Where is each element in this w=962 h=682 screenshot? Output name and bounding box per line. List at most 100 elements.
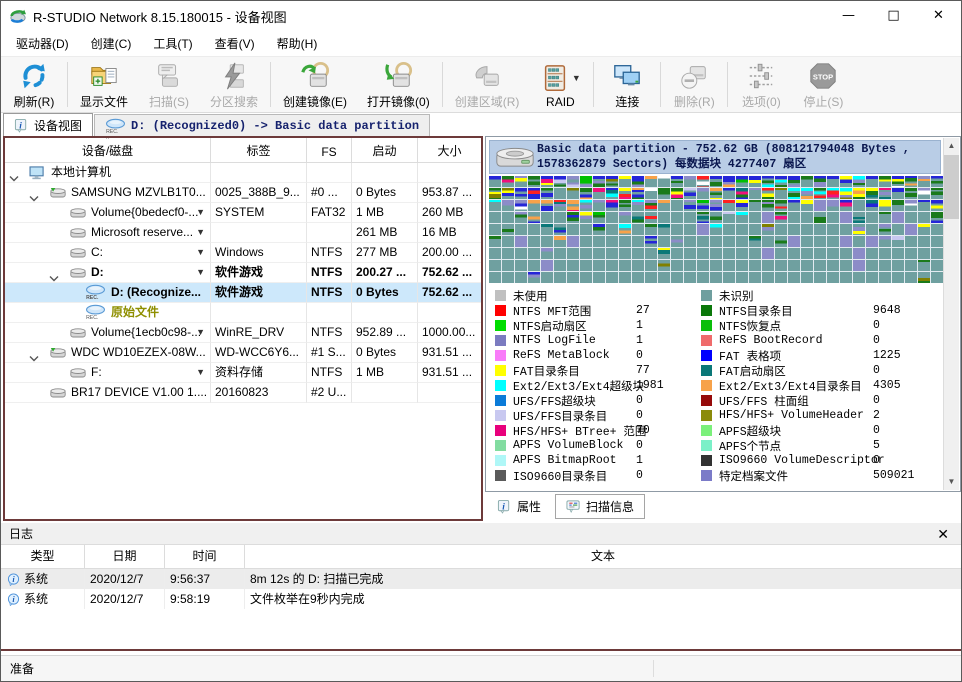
scan-block[interactable]	[723, 200, 735, 211]
scan-block[interactable]	[632, 260, 644, 271]
scan-block[interactable]	[658, 272, 670, 283]
scan-block[interactable]	[502, 176, 514, 187]
scan-block[interactable]	[645, 248, 657, 259]
scan-block[interactable]	[580, 272, 592, 283]
log-close-icon[interactable]: ✕	[933, 523, 953, 545]
scan-block[interactable]	[788, 176, 800, 187]
tree-row-6[interactable]: REC.D: (Recognize...软件游戏NTFS0 Bytes752.6…	[5, 283, 481, 303]
scan-block[interactable]	[671, 260, 683, 271]
tree-column-header[interactable]: FS	[307, 138, 352, 162]
scan-block[interactable]	[619, 248, 631, 259]
scan-block[interactable]	[541, 272, 553, 283]
scan-block[interactable]	[814, 176, 826, 187]
scan-block[interactable]	[931, 200, 943, 211]
scan-block[interactable]	[567, 260, 579, 271]
scan-block[interactable]	[762, 200, 774, 211]
scan-block[interactable]	[580, 260, 592, 271]
scan-block[interactable]	[606, 260, 618, 271]
scan-block[interactable]	[697, 260, 709, 271]
scan-block[interactable]	[658, 176, 670, 187]
scan-block[interactable]	[736, 248, 748, 259]
scan-block[interactable]	[502, 188, 514, 199]
scan-block[interactable]	[762, 176, 774, 187]
scan-block[interactable]	[749, 236, 761, 247]
scan-block[interactable]	[905, 212, 917, 223]
scan-block[interactable]	[892, 212, 904, 223]
scan-block[interactable]	[658, 236, 670, 247]
scan-block[interactable]	[580, 200, 592, 211]
toolbar-button-connect[interactable]: 连接	[596, 57, 658, 112]
scan-block[interactable]	[827, 224, 839, 235]
toolbar-button-refresh[interactable]: 刷新(R)	[3, 57, 65, 112]
tree-row-2[interactable]: Volume{0bedecf0-...▼SYSTEMFAT321 MB260 M…	[5, 203, 481, 223]
scan-block[interactable]	[918, 200, 930, 211]
log-column-header[interactable]: 时间	[165, 545, 245, 568]
scan-block[interactable]	[814, 272, 826, 283]
scroll-thumb[interactable]	[944, 155, 959, 219]
scan-block[interactable]	[541, 248, 553, 259]
scan-block[interactable]	[554, 260, 566, 271]
scan-scrollbar[interactable]: ▲ ▼	[943, 138, 959, 490]
scan-block[interactable]	[606, 236, 618, 247]
scan-block[interactable]	[489, 236, 501, 247]
scan-block[interactable]	[580, 188, 592, 199]
scan-block[interactable]	[541, 224, 553, 235]
scan-block[interactable]	[541, 176, 553, 187]
scan-block[interactable]	[593, 176, 605, 187]
scan-block[interactable]	[749, 188, 761, 199]
scan-block[interactable]	[554, 212, 566, 223]
scan-block[interactable]	[918, 212, 930, 223]
scan-block[interactable]	[879, 200, 891, 211]
chevron-down-icon[interactable]	[29, 349, 39, 363]
scan-block[interactable]	[593, 188, 605, 199]
scan-block[interactable]	[515, 236, 527, 247]
scan-block[interactable]	[541, 212, 553, 223]
scan-block[interactable]	[931, 224, 943, 235]
scan-block[interactable]	[658, 188, 670, 199]
row-dropdown-icon[interactable]: ▼	[196, 223, 205, 242]
scan-block[interactable]	[879, 272, 891, 283]
scan-block[interactable]	[671, 188, 683, 199]
scan-block[interactable]	[853, 260, 865, 271]
scan-block[interactable]	[632, 272, 644, 283]
scan-block[interactable]	[671, 248, 683, 259]
scan-block[interactable]	[762, 212, 774, 223]
minimize-button[interactable]: —	[826, 1, 871, 31]
scan-block[interactable]	[710, 272, 722, 283]
scan-block[interactable]	[762, 236, 774, 247]
scan-block[interactable]	[671, 272, 683, 283]
scan-block[interactable]	[801, 200, 813, 211]
scan-block[interactable]	[645, 272, 657, 283]
scan-block[interactable]	[853, 188, 865, 199]
scan-block[interactable]	[801, 272, 813, 283]
scan-block[interactable]	[593, 224, 605, 235]
scan-block[interactable]	[931, 260, 943, 271]
scan-block[interactable]	[515, 272, 527, 283]
scan-block[interactable]	[658, 224, 670, 235]
scan-block[interactable]	[658, 200, 670, 211]
scan-block[interactable]	[918, 188, 930, 199]
scan-block[interactable]	[697, 272, 709, 283]
scan-block[interactable]	[788, 200, 800, 211]
scan-block[interactable]	[788, 260, 800, 271]
scan-block[interactable]	[697, 212, 709, 223]
scan-block[interactable]	[632, 248, 644, 259]
log-row-0[interactable]: i系统2020/12/79:56:378m 12s 的 D: 扫描已完成	[1, 569, 961, 589]
scan-block[interactable]	[502, 260, 514, 271]
scan-block[interactable]	[775, 176, 787, 187]
scan-block[interactable]	[840, 248, 852, 259]
scan-block[interactable]	[931, 188, 943, 199]
scan-block[interactable]	[723, 188, 735, 199]
chevron-down-icon[interactable]	[49, 269, 59, 283]
scan-block[interactable]	[515, 200, 527, 211]
scan-block[interactable]	[684, 224, 696, 235]
scan-block[interactable]	[606, 248, 618, 259]
scan-block[interactable]	[827, 236, 839, 247]
scan-block[interactable]	[892, 248, 904, 259]
scan-block[interactable]	[905, 248, 917, 259]
scan-block[interactable]	[645, 260, 657, 271]
scan-block[interactable]	[723, 248, 735, 259]
scan-block[interactable]	[788, 224, 800, 235]
scan-block[interactable]	[645, 200, 657, 211]
scan-block[interactable]	[593, 200, 605, 211]
